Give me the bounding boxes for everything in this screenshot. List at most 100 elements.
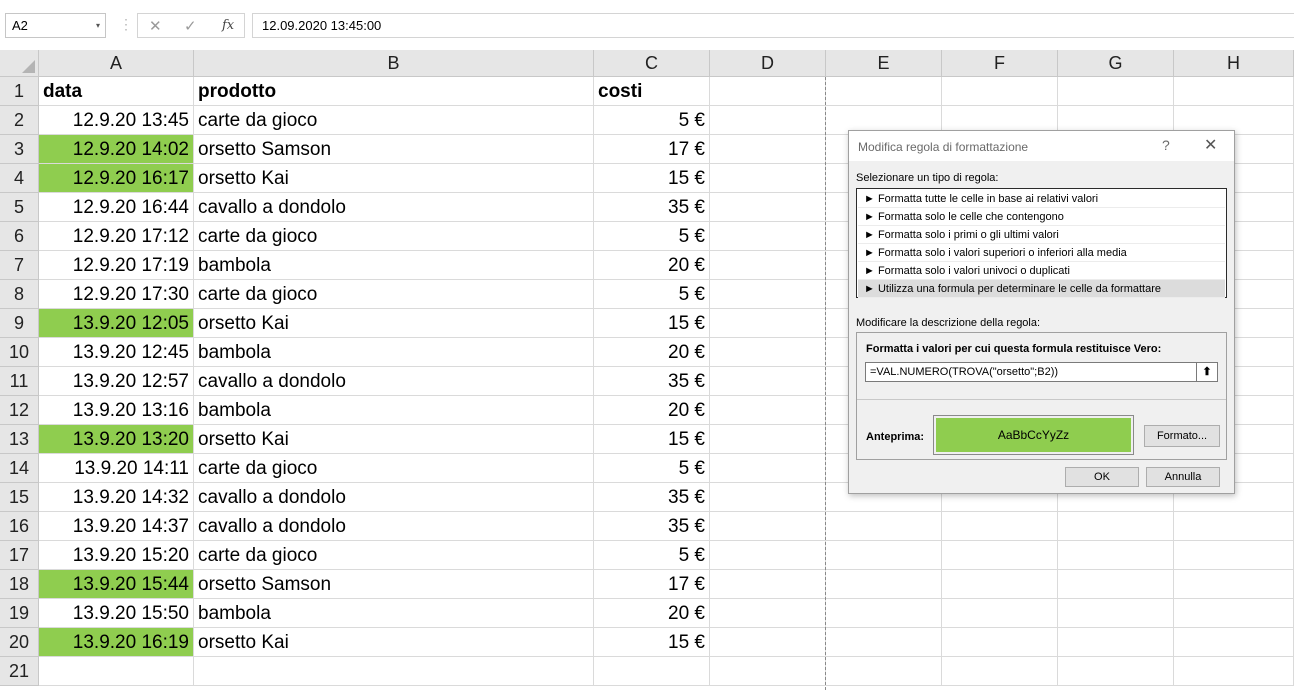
- rule-type-item[interactable]: ► Formatta tutte le celle in base ai rel…: [858, 190, 1225, 208]
- cell-g21[interactable]: [1058, 657, 1174, 686]
- cell-a3[interactable]: 12.9.20 14:02: [39, 135, 194, 164]
- cell-g16[interactable]: [1058, 512, 1174, 541]
- row-header-2[interactable]: 2: [0, 106, 39, 135]
- row-header-15[interactable]: 15: [0, 483, 39, 512]
- cell-d12[interactable]: [710, 396, 826, 425]
- cell-e17[interactable]: [826, 541, 942, 570]
- check-icon[interactable]: ✓: [184, 17, 197, 35]
- cell-h16[interactable]: [1174, 512, 1294, 541]
- cell-c14[interactable]: 5 €: [594, 454, 710, 483]
- cell-d3[interactable]: [710, 135, 826, 164]
- formula-field[interactable]: =VAL.NUMERO(TROVA("orsetto";B2)): [865, 362, 1197, 382]
- cell-c4[interactable]: 15 €: [594, 164, 710, 193]
- cell-c7[interactable]: 20 €: [594, 251, 710, 280]
- cell-a11[interactable]: 13.9.20 12:57: [39, 367, 194, 396]
- cell-b12[interactable]: bambola: [194, 396, 594, 425]
- cell-b7[interactable]: bambola: [194, 251, 594, 280]
- column-header-h[interactable]: H: [1174, 50, 1294, 77]
- cell-d7[interactable]: [710, 251, 826, 280]
- cell-e1[interactable]: [826, 77, 942, 106]
- cell-a1[interactable]: data: [39, 77, 194, 106]
- cell-a18[interactable]: 13.9.20 15:44: [39, 570, 194, 599]
- row-header-18[interactable]: 18: [0, 570, 39, 599]
- cell-c16[interactable]: 35 €: [594, 512, 710, 541]
- cell-b2[interactable]: carte da gioco: [194, 106, 594, 135]
- cell-h20[interactable]: [1174, 628, 1294, 657]
- cell-g17[interactable]: [1058, 541, 1174, 570]
- row-header-5[interactable]: 5: [0, 193, 39, 222]
- chevron-down-icon[interactable]: ▾: [96, 14, 100, 37]
- rule-type-item[interactable]: ► Formatta solo i valori superiori o inf…: [858, 244, 1225, 262]
- row-header-9[interactable]: 9: [0, 309, 39, 338]
- cell-c13[interactable]: 15 €: [594, 425, 710, 454]
- insert-function-icon[interactable]: fx: [222, 18, 234, 33]
- cell-b14[interactable]: carte da gioco: [194, 454, 594, 483]
- row-header-19[interactable]: 19: [0, 599, 39, 628]
- cell-d13[interactable]: [710, 425, 826, 454]
- row-header-21[interactable]: 21: [0, 657, 39, 686]
- cell-a21[interactable]: [39, 657, 194, 686]
- cell-g19[interactable]: [1058, 599, 1174, 628]
- column-header-a[interactable]: A: [39, 50, 194, 77]
- cell-d8[interactable]: [710, 280, 826, 309]
- cell-h19[interactable]: [1174, 599, 1294, 628]
- collapse-dialog-icon[interactable]: ⬆: [1196, 362, 1218, 382]
- cell-e20[interactable]: [826, 628, 942, 657]
- rule-type-item[interactable]: ► Formatta solo i valori univoci o dupli…: [858, 262, 1225, 280]
- column-header-c[interactable]: C: [594, 50, 710, 77]
- format-button[interactable]: Formato...: [1144, 425, 1220, 447]
- cell-a20[interactable]: 13.9.20 16:19: [39, 628, 194, 657]
- formula-input[interactable]: 12.09.2020 13:45:00: [252, 13, 1294, 38]
- cancel-icon[interactable]: ✕: [149, 17, 162, 35]
- cell-c10[interactable]: 20 €: [594, 338, 710, 367]
- cell-c20[interactable]: 15 €: [594, 628, 710, 657]
- row-header-12[interactable]: 12: [0, 396, 39, 425]
- cell-b15[interactable]: cavallo a dondolo: [194, 483, 594, 512]
- cell-d19[interactable]: [710, 599, 826, 628]
- cell-e16[interactable]: [826, 512, 942, 541]
- cell-b16[interactable]: cavallo a dondolo: [194, 512, 594, 541]
- column-header-d[interactable]: D: [710, 50, 826, 77]
- row-header-1[interactable]: 1: [0, 77, 39, 106]
- cell-f17[interactable]: [942, 541, 1058, 570]
- column-header-e[interactable]: E: [826, 50, 942, 77]
- cell-d9[interactable]: [710, 309, 826, 338]
- cell-f20[interactable]: [942, 628, 1058, 657]
- cell-d10[interactable]: [710, 338, 826, 367]
- cell-c18[interactable]: 17 €: [594, 570, 710, 599]
- cell-c21[interactable]: [594, 657, 710, 686]
- cell-a2[interactable]: 12.9.20 13:45: [39, 106, 194, 135]
- row-header-17[interactable]: 17: [0, 541, 39, 570]
- cell-a13[interactable]: 13.9.20 13:20: [39, 425, 194, 454]
- cell-c15[interactable]: 35 €: [594, 483, 710, 512]
- cell-e19[interactable]: [826, 599, 942, 628]
- rule-type-list[interactable]: ► Formatta tutte le celle in base ai rel…: [856, 188, 1227, 298]
- cell-c1[interactable]: costi: [594, 77, 710, 106]
- cell-d2[interactable]: [710, 106, 826, 135]
- cell-f21[interactable]: [942, 657, 1058, 686]
- row-header-8[interactable]: 8: [0, 280, 39, 309]
- rule-type-item[interactable]: ► Formatta solo le celle che contengono: [858, 208, 1225, 226]
- cell-c12[interactable]: 20 €: [594, 396, 710, 425]
- cell-g20[interactable]: [1058, 628, 1174, 657]
- dialog-titlebar[interactable]: Modifica regola di formattazione ? ✕: [849, 131, 1234, 161]
- cell-h21[interactable]: [1174, 657, 1294, 686]
- cell-a5[interactable]: 12.9.20 16:44: [39, 193, 194, 222]
- rule-type-item-selected[interactable]: ► Utilizza una formula per determinare l…: [858, 280, 1225, 298]
- cell-b9[interactable]: orsetto Kai: [194, 309, 594, 338]
- cell-d15[interactable]: [710, 483, 826, 512]
- cell-g1[interactable]: [1058, 77, 1174, 106]
- cell-a12[interactable]: 13.9.20 13:16: [39, 396, 194, 425]
- cell-h18[interactable]: [1174, 570, 1294, 599]
- cell-b8[interactable]: carte da gioco: [194, 280, 594, 309]
- cell-f18[interactable]: [942, 570, 1058, 599]
- cell-c8[interactable]: 5 €: [594, 280, 710, 309]
- cell-c5[interactable]: 35 €: [594, 193, 710, 222]
- cell-a9[interactable]: 13.9.20 12:05: [39, 309, 194, 338]
- row-header-3[interactable]: 3: [0, 135, 39, 164]
- cell-a6[interactable]: 12.9.20 17:12: [39, 222, 194, 251]
- cell-d4[interactable]: [710, 164, 826, 193]
- cell-a16[interactable]: 13.9.20 14:37: [39, 512, 194, 541]
- cell-a17[interactable]: 13.9.20 15:20: [39, 541, 194, 570]
- cell-c2[interactable]: 5 €: [594, 106, 710, 135]
